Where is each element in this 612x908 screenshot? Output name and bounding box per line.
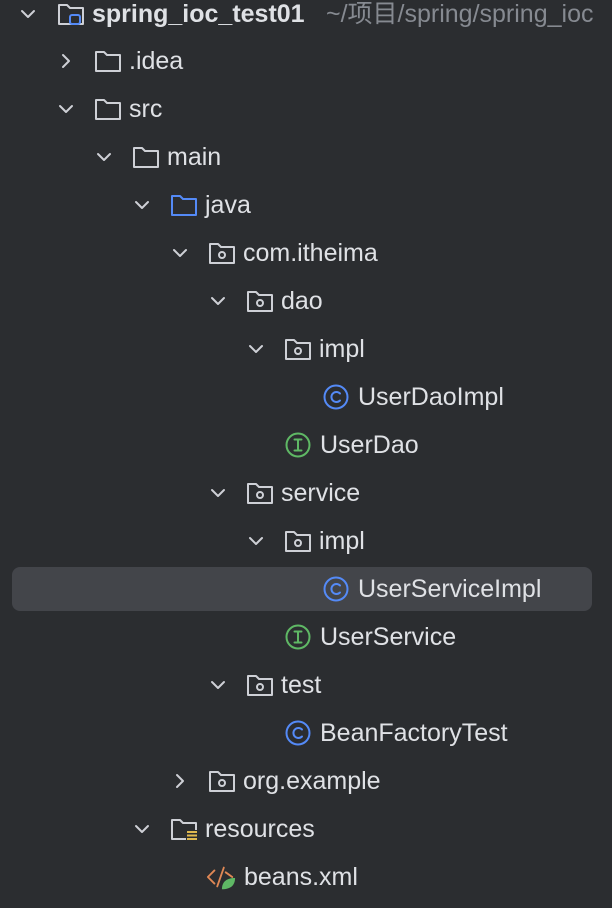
tree-row-dao-impl[interactable]: impl — [0, 325, 612, 373]
project-tree: spring_ioc_test01 ~/项目/spring/spring_ioc… — [0, 0, 612, 908]
tree-row-java[interactable]: java — [0, 181, 612, 229]
tree-row-resources[interactable]: resources — [0, 805, 612, 853]
tree-label: UserServiceImpl — [358, 575, 542, 603]
tree-row-beanfactorytest[interactable]: BeanFactoryTest — [0, 709, 612, 757]
tree-row-userdao[interactable]: UserDao — [0, 421, 612, 469]
tree-label: com.itheima — [243, 239, 378, 267]
chevron-right-icon[interactable] — [56, 51, 76, 71]
chevron-down-icon[interactable] — [208, 483, 228, 503]
folder-icon — [133, 147, 159, 168]
tree-row-service-impl[interactable]: impl — [0, 517, 612, 565]
class-icon — [323, 384, 349, 410]
chevron-down-icon[interactable] — [132, 819, 152, 839]
tree-row-test[interactable]: test — [0, 661, 612, 709]
tree-row-src[interactable]: src — [0, 85, 612, 133]
tree-label: service — [281, 479, 361, 507]
tree-row-idea[interactable]: .idea — [0, 37, 612, 85]
tree-label: src — [129, 95, 163, 123]
chevron-down-icon[interactable] — [246, 339, 266, 359]
chevron-down-icon[interactable] — [170, 243, 190, 263]
package-icon — [285, 339, 311, 360]
tree-row-userserviceimpl[interactable]: UserServiceImpl — [0, 565, 612, 613]
project-path: ~/项目/spring/spring_ioc — [326, 0, 594, 28]
resources-folder-icon — [171, 819, 197, 840]
tree-label: UserDaoImpl — [358, 383, 504, 411]
tree-row-org-example[interactable]: org.example — [0, 757, 612, 805]
tree-label: impl — [319, 335, 365, 363]
tree-label: dao — [281, 287, 323, 315]
tree-row-com-itheima[interactable]: com.itheima — [0, 229, 612, 277]
package-icon — [209, 771, 235, 792]
package-icon — [247, 291, 273, 312]
tree-row-dao[interactable]: dao — [0, 277, 612, 325]
chevron-right-icon[interactable] — [170, 771, 190, 791]
source-folder-icon — [171, 195, 197, 216]
interface-icon — [285, 624, 311, 650]
chevron-down-icon[interactable] — [246, 531, 266, 551]
tree-label: UserDao — [320, 431, 419, 459]
chevron-down-icon[interactable] — [208, 675, 228, 695]
tree-row-service[interactable]: service — [0, 469, 612, 517]
module-icon — [58, 4, 84, 25]
tree-label: BeanFactoryTest — [320, 719, 508, 747]
folder-icon — [95, 99, 121, 120]
tree-row-userdaoimpl[interactable]: UserDaoImpl — [0, 373, 612, 421]
tree-label: beans.xml — [244, 863, 358, 891]
folder-icon — [95, 51, 121, 72]
chevron-down-icon[interactable] — [56, 99, 76, 119]
tree-label: impl — [319, 527, 365, 555]
tree-label: resources — [205, 815, 315, 843]
chevron-down-icon[interactable] — [94, 147, 114, 167]
class-icon — [323, 576, 349, 602]
project-name: spring_ioc_test01 — [92, 0, 305, 28]
package-icon — [285, 531, 311, 552]
tree-row-root[interactable]: spring_ioc_test01 ~/项目/spring/spring_ioc — [0, 0, 612, 38]
package-icon — [247, 483, 273, 504]
package-icon — [209, 243, 235, 264]
tree-label: .idea — [129, 47, 184, 75]
tree-row-beans-xml[interactable]: beans.xml — [0, 853, 612, 901]
interface-icon — [285, 432, 311, 458]
package-icon — [247, 675, 273, 696]
chevron-down-icon[interactable] — [208, 291, 228, 311]
tree-label: UserService — [320, 623, 457, 651]
tree-row-userservice[interactable]: UserService — [0, 613, 612, 661]
tree-label: org.example — [243, 767, 381, 795]
xml-file-icon — [206, 866, 236, 890]
chevron-down-icon[interactable] — [18, 4, 38, 24]
tree-label: java — [205, 191, 251, 219]
tree-label: test — [281, 671, 322, 699]
class-icon — [285, 720, 311, 746]
chevron-down-icon[interactable] — [132, 195, 152, 215]
tree-label: main — [167, 143, 222, 171]
tree-row-main[interactable]: main — [0, 133, 612, 181]
